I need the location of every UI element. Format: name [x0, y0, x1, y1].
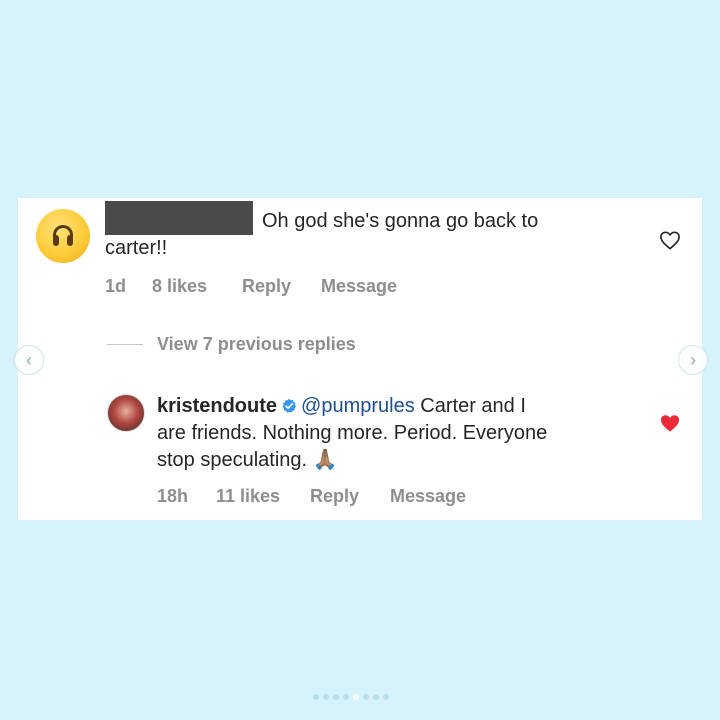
reply-text-line1: kristendoute @pumprules Carter and I	[157, 393, 526, 419]
reply-likes-link[interactable]: 11 likes	[216, 486, 280, 507]
thread-divider	[107, 344, 143, 345]
carousel-dot[interactable]	[343, 694, 349, 700]
message-button[interactable]: Message	[321, 276, 397, 297]
carousel-dot[interactable]	[353, 694, 359, 700]
carousel-dot[interactable]	[383, 694, 389, 700]
next-slide-button[interactable]: ›	[678, 345, 708, 375]
carousel-dot[interactable]	[363, 694, 369, 700]
chevron-right-icon: ›	[690, 349, 696, 370]
upside-down-face-icon[interactable]	[36, 209, 90, 263]
reply-button[interactable]: Reply	[242, 276, 291, 297]
reply-text-line3: stop speculating. 🙏🏽	[157, 447, 338, 473]
carousel-dot[interactable]	[323, 694, 329, 700]
view-previous-replies-button[interactable]: View 7 previous replies	[157, 334, 356, 355]
like-heart-icon[interactable]	[659, 230, 681, 250]
previous-slide-button[interactable]: ‹	[14, 345, 44, 375]
carousel-dot[interactable]	[373, 694, 379, 700]
verified-badge-icon	[282, 398, 297, 413]
comment-text-line1: Oh god she's gonna go back to	[262, 210, 539, 232]
comment-likes-link[interactable]: 8 likes	[152, 276, 207, 297]
folded-hands-emoji: 🙏🏽	[312, 449, 338, 471]
mention-link[interactable]: @pumprules	[301, 395, 415, 417]
reply-text-part: Carter and I	[420, 395, 526, 417]
username-link[interactable]: kristendoute	[157, 395, 277, 417]
comment-text-line2: carter!!	[105, 237, 168, 259]
avatar[interactable]	[107, 394, 145, 432]
reply-timestamp: 18h	[157, 486, 189, 506]
reply-button[interactable]: Reply	[310, 486, 359, 507]
message-button[interactable]: Message	[390, 486, 466, 507]
reply-text-part: stop speculating.	[157, 449, 308, 471]
comment-timestamp: 1d	[105, 276, 127, 296]
comment-card: Oh god she's gonna go back to carter!! 1…	[18, 198, 702, 520]
redacted-username	[105, 201, 253, 235]
liked-heart-icon[interactable]	[659, 413, 681, 433]
chevron-left-icon: ‹	[26, 349, 32, 370]
reply-text-line2: are friends. Nothing more. Period. Every…	[157, 422, 548, 444]
carousel-dot[interactable]	[333, 694, 339, 700]
carousel-dot[interactable]	[313, 694, 319, 700]
carousel-dots	[313, 694, 389, 700]
